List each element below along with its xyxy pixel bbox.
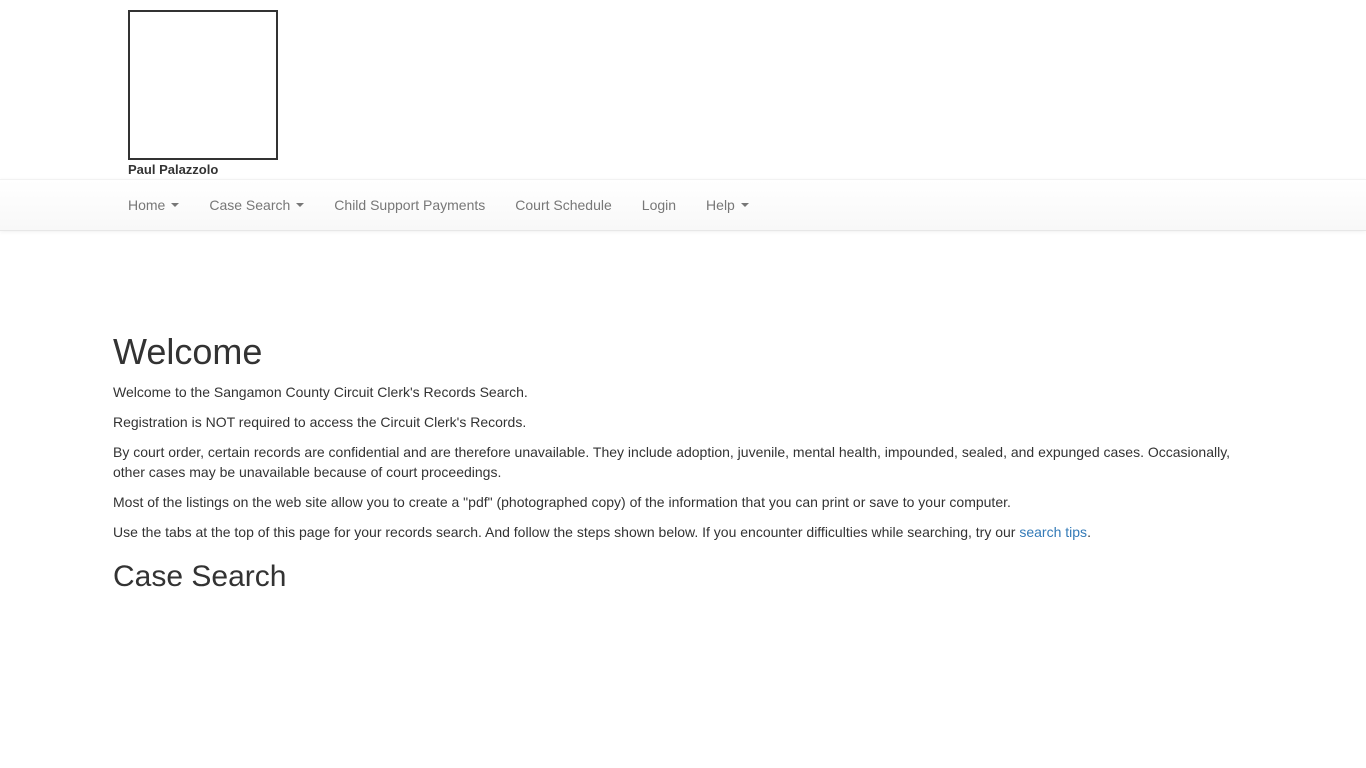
caret-down-icon — [171, 203, 180, 207]
clerk-photo-placeholder — [128, 10, 278, 160]
tabs-paragraph-text: Use the tabs at the top of this page for… — [113, 523, 1020, 540]
nav-item-case-search[interactable]: Case Search — [194, 180, 319, 230]
nav-item-label: Child Support Payments — [334, 197, 486, 213]
nav-item-login[interactable]: Login — [627, 180, 691, 230]
site-header: Paul Palazzolo — [0, 0, 1366, 179]
nav-item-court-schedule[interactable]: Court Schedule — [500, 180, 627, 230]
confidential-paragraph: By court order, certain records are conf… — [113, 443, 1231, 480]
case-search-heading: Case Search — [113, 559, 287, 593]
pdf-paragraph: Most of the listings on the web site all… — [113, 493, 1011, 510]
tabs-paragraph: Use the tabs at the top of this page for… — [113, 522, 1253, 542]
nav-item-label: Court Schedule — [515, 197, 612, 213]
nav-item-label: Login — [641, 197, 677, 213]
nav-item-child-support-payments[interactable]: Child Support Payments — [319, 180, 500, 230]
caret-down-icon — [740, 203, 749, 207]
search-tips-link[interactable]: search tips — [1019, 524, 1087, 540]
nav-item-help[interactable]: Help — [691, 180, 764, 230]
tabs-paragraph-suffix: . — [1087, 523, 1091, 540]
nav-item-home[interactable]: Home — [113, 180, 194, 230]
nav-item-label: Help — [706, 197, 735, 213]
nav-item-label: Case Search — [209, 197, 291, 213]
registration-paragraph: Registration is NOT required to access t… — [113, 413, 527, 430]
welcome-paragraph: Welcome to the Sangamon County Circuit C… — [113, 383, 528, 400]
nav-list: Home Case Search Child Support Payments … — [113, 180, 764, 230]
main-content: Welcome Welcome to the Sangamon County C… — [113, 312, 1253, 603]
caret-down-icon — [296, 203, 305, 207]
nav-item-label: Home — [128, 197, 166, 213]
page-title: Welcome — [113, 331, 263, 372]
main-navbar: Home Case Search Child Support Payments … — [0, 179, 1366, 231]
clerk-name: Paul Palazzolo — [128, 162, 219, 177]
